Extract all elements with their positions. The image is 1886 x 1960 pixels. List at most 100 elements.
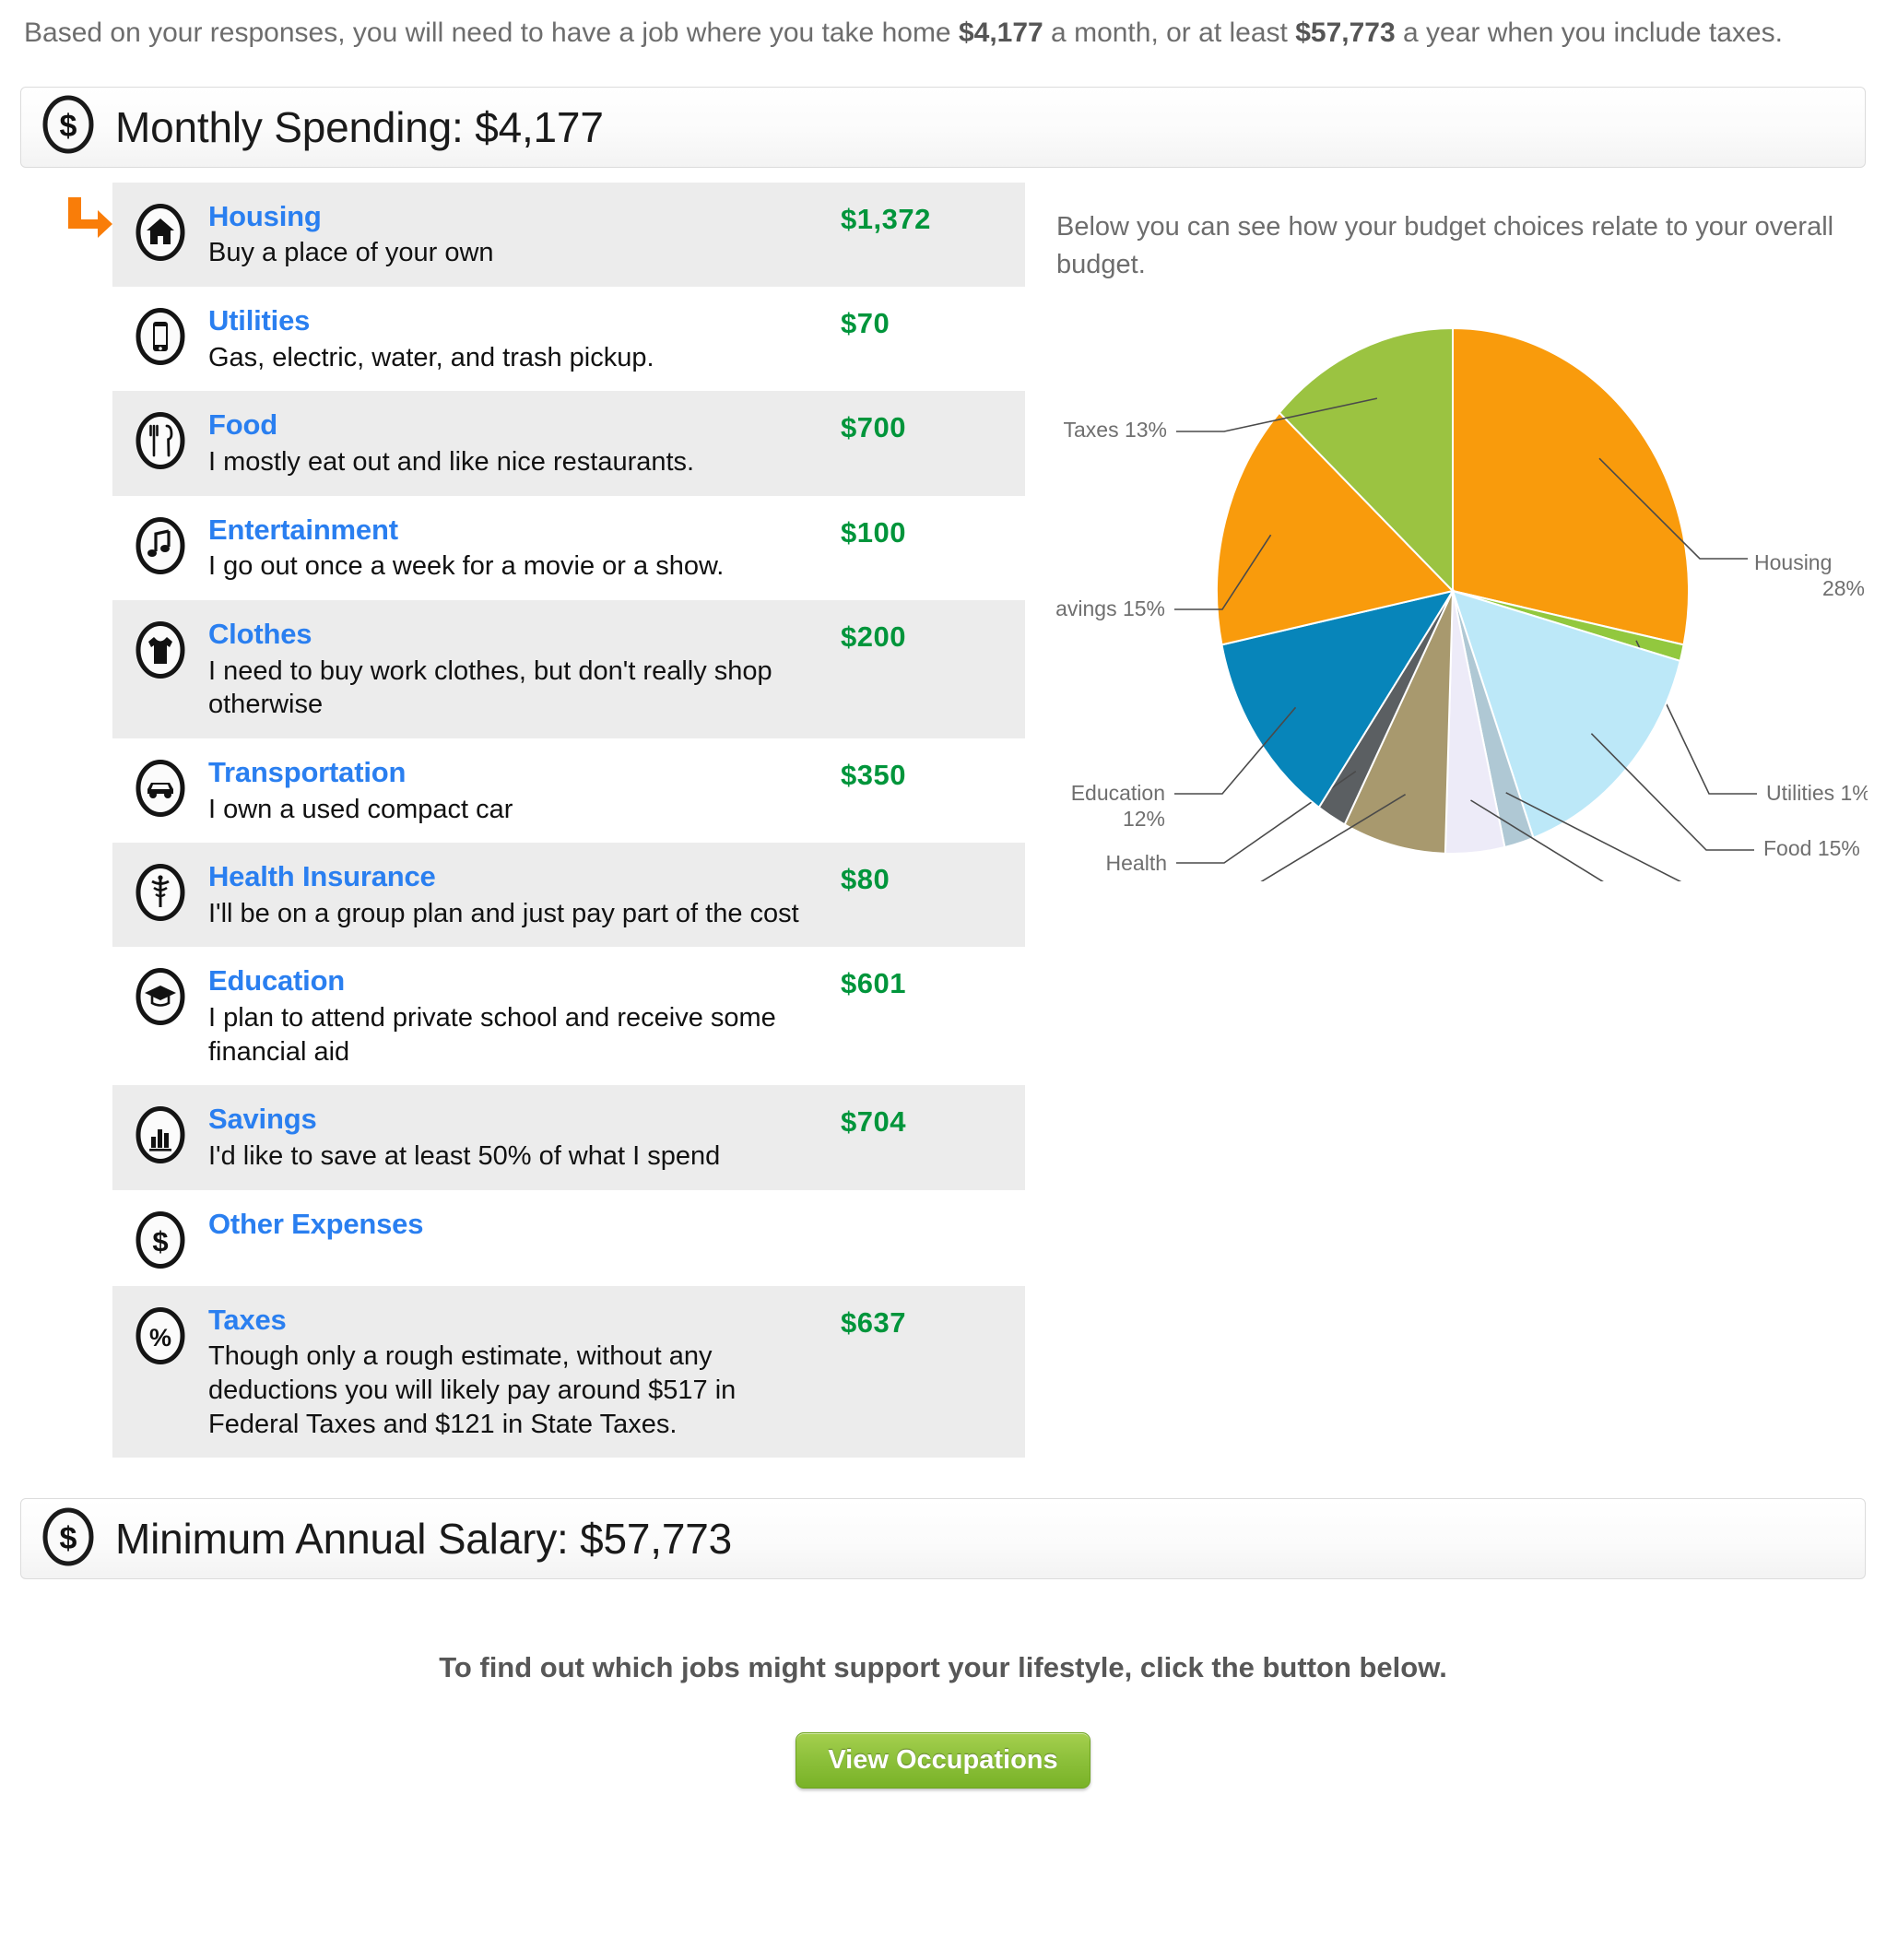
view-occupations-button[interactable]: View Occupations bbox=[796, 1732, 1090, 1789]
chart-note: Below you can see how your budget choice… bbox=[1056, 211, 1834, 279]
intro-mid-text: a month, or at least bbox=[1043, 18, 1296, 48]
dollar-coin-icon: $ bbox=[41, 1507, 95, 1571]
budget-row-category[interactable]: Taxes bbox=[208, 1303, 826, 1338]
budget-row-transportation[interactable]: Transportation I own a used compact car $3… bbox=[112, 738, 1025, 843]
budget-row-amount: $100 bbox=[841, 515, 906, 549]
budget-row-amount: $70 bbox=[841, 306, 890, 339]
budget-list-column: Housing Buy a place of your own $1,372 Util… bbox=[20, 168, 1025, 1458]
budget-row-amount-cell: $704 bbox=[841, 1102, 1025, 1139]
budget-row-category[interactable]: Other Expenses bbox=[208, 1207, 826, 1242]
svg-text:$: $ bbox=[60, 1521, 77, 1556]
budget-row-amount: $1,372 bbox=[841, 202, 931, 235]
budget-row-description: I'll be on a group plan and just pay par… bbox=[208, 898, 799, 928]
pie-label-education: Education 12% bbox=[1071, 781, 1165, 831]
budget-row-description: I mostly eat out and like nice restauran… bbox=[208, 447, 695, 477]
pie-label-savings: Savings 15% bbox=[1056, 596, 1165, 620]
page-title: Monthly Spending: $4,177 bbox=[115, 102, 604, 151]
budget-row-amount-cell: $80 bbox=[841, 859, 1025, 896]
budget-row-amount-cell: $601 bbox=[841, 963, 1025, 1000]
selected-row-arrow-icon bbox=[63, 195, 114, 243]
pie-label-food: Food 15% bbox=[1763, 836, 1860, 860]
budget-row-description: I need to buy work clothes, but don't re… bbox=[208, 655, 772, 720]
dollar-coin-icon: $ bbox=[134, 1210, 187, 1269]
budget-row-category[interactable]: Housing bbox=[208, 199, 826, 234]
fork-knife-icon bbox=[134, 411, 187, 470]
budget-row-text: Housing Buy a place of your own bbox=[208, 199, 841, 270]
budget-row-health-insurance[interactable]: Health Insurance I'll be on a group plan … bbox=[112, 843, 1025, 948]
budget-row-text: Clothes I need to buy work clothes, but d… bbox=[208, 617, 841, 722]
bar-chart-icon bbox=[134, 1105, 187, 1164]
annual-salary-amount: $57,773 bbox=[1295, 18, 1396, 48]
budget-row-savings[interactable]: Savings I'd like to save at least 50% of … bbox=[112, 1085, 1025, 1190]
budget-row-amount: $637 bbox=[841, 1305, 906, 1339]
budget-row-icon-cell: $ bbox=[112, 1207, 208, 1269]
budget-row-amount: $80 bbox=[841, 863, 890, 896]
budget-row-other-expenses[interactable]: $ Other Expenses bbox=[112, 1190, 1025, 1286]
house-icon bbox=[134, 203, 187, 262]
cta-button-wrap: View Occupations bbox=[0, 1732, 1886, 1789]
budget-row-amount: $200 bbox=[841, 620, 906, 653]
budget-row-text: Savings I'd like to save at least 50% of … bbox=[208, 1102, 841, 1173]
minimum-annual-salary-title: Minimum Annual Salary: $57,773 bbox=[115, 1515, 733, 1564]
budget-row-icon-cell bbox=[112, 199, 208, 262]
car-icon bbox=[134, 759, 187, 818]
intro-pre-text: Based on your responses, you will need t… bbox=[24, 18, 959, 48]
budget-row-description: I go out once a week for a movie or a sh… bbox=[208, 551, 725, 582]
intro-post-text: a year when you include taxes. bbox=[1395, 18, 1783, 48]
budget-row-utilities[interactable]: Utilities Gas, electric, water, and trash… bbox=[112, 287, 1025, 391]
svg-text:$: $ bbox=[152, 1225, 168, 1257]
budget-row-category[interactable]: Education bbox=[208, 963, 826, 998]
budget-row-amount-cell: $70 bbox=[841, 303, 1025, 340]
budget-row-icon-cell: % bbox=[112, 1303, 208, 1365]
budget-row-text: Other Expenses bbox=[208, 1207, 841, 1242]
caduceus-icon bbox=[134, 863, 187, 922]
budget-row-category[interactable]: Utilities bbox=[208, 303, 826, 338]
budget-row-icon-cell bbox=[112, 755, 208, 818]
budget-row-text: Taxes Though only a rough estimate, witho… bbox=[208, 1303, 841, 1441]
budget-row-category[interactable]: Health Insurance bbox=[208, 859, 826, 894]
budget-row-amount-cell bbox=[841, 1207, 1025, 1210]
pie-label-taxes: Taxes 13% bbox=[1063, 418, 1167, 442]
budget-row-description: Though only a rough estimate, without an… bbox=[208, 1341, 737, 1439]
phone-icon bbox=[134, 307, 187, 366]
budget-row-description: I plan to attend private school and rece… bbox=[208, 1003, 776, 1067]
budget-row-amount: $704 bbox=[841, 1105, 906, 1139]
budget-row-education[interactable]: Education I plan to attend private school… bbox=[112, 947, 1025, 1085]
budget-row-icon-cell bbox=[112, 303, 208, 366]
graduation-cap-icon bbox=[134, 967, 187, 1026]
budget-row-description: I'd like to save at least 50% of what I … bbox=[208, 1141, 721, 1172]
budget-row-category[interactable]: Savings bbox=[208, 1102, 826, 1137]
budget-row-clothes[interactable]: Clothes I need to buy work clothes, but d… bbox=[112, 599, 1025, 738]
budget-row-text: Transportation I own a used compact car bbox=[208, 755, 841, 826]
svg-text:$: $ bbox=[60, 109, 77, 144]
pie-label-housing: Housing 28% bbox=[1754, 550, 1865, 600]
budget-row-icon-cell bbox=[112, 1102, 208, 1164]
budget-row-amount: $601 bbox=[841, 967, 906, 1000]
budget-row-category[interactable]: Food bbox=[208, 407, 826, 443]
intro-paragraph: Based on your responses, you will need t… bbox=[0, 0, 1855, 53]
budget-row-text: Food I mostly eat out and like nice resta… bbox=[208, 407, 841, 478]
budget-row-amount: $700 bbox=[841, 411, 906, 444]
budget-row-taxes[interactable]: % Taxes Though only a rough estimate, with… bbox=[112, 1285, 1025, 1458]
budget-row-icon-cell bbox=[112, 513, 208, 575]
results-body: Housing Buy a place of your own $1,372 Util… bbox=[0, 168, 1886, 1458]
pie-label-utilities: Utilities 1% bbox=[1766, 781, 1868, 805]
budget-row-food[interactable]: Food I mostly eat out and like nice resta… bbox=[112, 391, 1025, 496]
budget-row-description: Buy a place of your own bbox=[208, 238, 494, 268]
budget-results-page: Based on your responses, you will need t… bbox=[0, 0, 1886, 1807]
budget-row-category[interactable]: Entertainment bbox=[208, 513, 826, 548]
budget-row-description: Gas, electric, water, and trash pickup. bbox=[208, 342, 654, 372]
percent-icon: % bbox=[134, 1306, 187, 1365]
budget-row-text: Entertainment I go out once a week for a … bbox=[208, 513, 841, 584]
monthly-spending-header: $ Monthly Spending: $4,177 bbox=[20, 86, 1866, 168]
budget-row-category[interactable]: Transportation bbox=[208, 755, 826, 790]
budget-row-housing[interactable]: Housing Buy a place of your own $1,372 bbox=[112, 182, 1025, 287]
budget-row-entertainment[interactable]: Entertainment I go out once a week for a … bbox=[112, 496, 1025, 600]
budget-row-description: I own a used compact car bbox=[208, 794, 513, 824]
budget-row-amount-cell: $350 bbox=[841, 755, 1025, 792]
chart-column: Below you can see how your budget choice… bbox=[1025, 168, 1868, 881]
cta-text: To find out which jobs might support you… bbox=[439, 1651, 1447, 1684]
budget-rows: Housing Buy a place of your own $1,372 Util… bbox=[20, 182, 1025, 1458]
budget-row-category[interactable]: Clothes bbox=[208, 617, 826, 652]
pie-label-health-insurance: HealthInsurance2% bbox=[1074, 851, 1167, 881]
